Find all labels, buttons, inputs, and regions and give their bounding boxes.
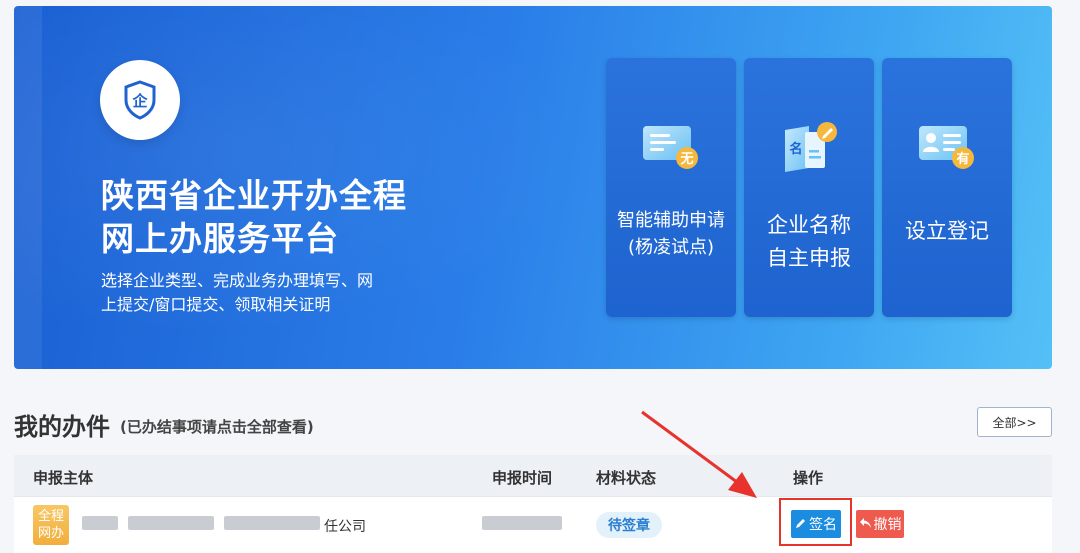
hero-banner: 企 陕西省企业开办全程 网上办服务平台 选择企业类型、完成业务办理填写、网 上提… xyxy=(14,6,1052,369)
revoke-button[interactable]: 撤销 xyxy=(856,510,904,538)
redacted-company-name xyxy=(224,516,320,530)
establishment-registration-card[interactable]: 有 设立登记 xyxy=(882,58,1012,317)
redacted-apply-time xyxy=(482,516,562,530)
status-badge: 待签章 xyxy=(596,512,662,538)
platform-subtitle-line1: 选择企业类型、完成业务办理填写、网 xyxy=(101,271,374,290)
header-material-status: 材料状态 xyxy=(596,469,657,487)
card-label-line2: 自主申报 xyxy=(767,246,851,270)
header-apply-time: 申报时间 xyxy=(492,469,553,487)
card-label-line1: 企业名称 xyxy=(767,213,851,237)
enterprise-name-declare-card[interactable]: 名 企业名称 自主申报 xyxy=(744,58,874,317)
hero-stripe xyxy=(14,6,42,369)
platform-subtitle-line2: 上提交/窗口提交、领取相关证明 xyxy=(101,295,331,314)
emblem-text: 企 xyxy=(131,92,148,110)
smart-assist-apply-card[interactable]: 无 智能辅助申请 (杨凌试点) xyxy=(606,58,736,317)
platform-title: 陕西省企业开办全程 网上办服务平台 xyxy=(101,174,521,260)
icon-badge-text: 有 xyxy=(956,151,969,167)
undo-icon xyxy=(859,517,872,532)
header-applicant: 申报主体 xyxy=(33,469,94,487)
id-card-no-icon: 无 xyxy=(643,126,698,169)
view-all-button[interactable]: 全部>> xyxy=(977,407,1052,437)
sign-button-label: 签名 xyxy=(809,517,837,533)
my-cases-hint: (已办结事项请点击全部查看) xyxy=(120,418,314,436)
icon-badge-text: 无 xyxy=(679,152,693,167)
registration-card-icon: 有 xyxy=(919,126,974,169)
card-label-line1: 智能辅助申请 xyxy=(617,210,725,231)
header-actions: 操作 xyxy=(793,469,824,487)
badge-line2: 网办 xyxy=(37,526,64,541)
name-card-edit-icon: 名 xyxy=(785,122,837,172)
enterprise-shield-logo: 企 xyxy=(100,60,180,140)
platform-title-line2: 网上办服务平台 xyxy=(101,219,339,258)
full-online-badge: 全程 网办 xyxy=(33,505,69,545)
card-label-line1: 设立登记 xyxy=(905,219,989,243)
my-cases-title: 我的办件 xyxy=(14,413,110,441)
redacted-company-name xyxy=(128,516,214,530)
revoke-button-label: 撤销 xyxy=(873,517,902,533)
pencil-icon xyxy=(795,517,807,532)
icon-badge-text: 名 xyxy=(789,141,802,157)
badge-line1: 全程 xyxy=(37,509,64,524)
platform-title-line1: 陕西省企业开办全程 xyxy=(101,176,407,215)
platform-subtitle: 选择企业类型、完成业务办理填写、网 上提交/窗口提交、领取相关证明 xyxy=(101,269,421,317)
shield-icon: 企 xyxy=(124,80,156,120)
card-label-line2: (杨凌试点) xyxy=(627,237,715,258)
company-name-suffix: 任公司 xyxy=(324,519,366,535)
sign-button[interactable]: 签名 xyxy=(791,510,841,538)
redacted-company-name xyxy=(82,516,118,530)
